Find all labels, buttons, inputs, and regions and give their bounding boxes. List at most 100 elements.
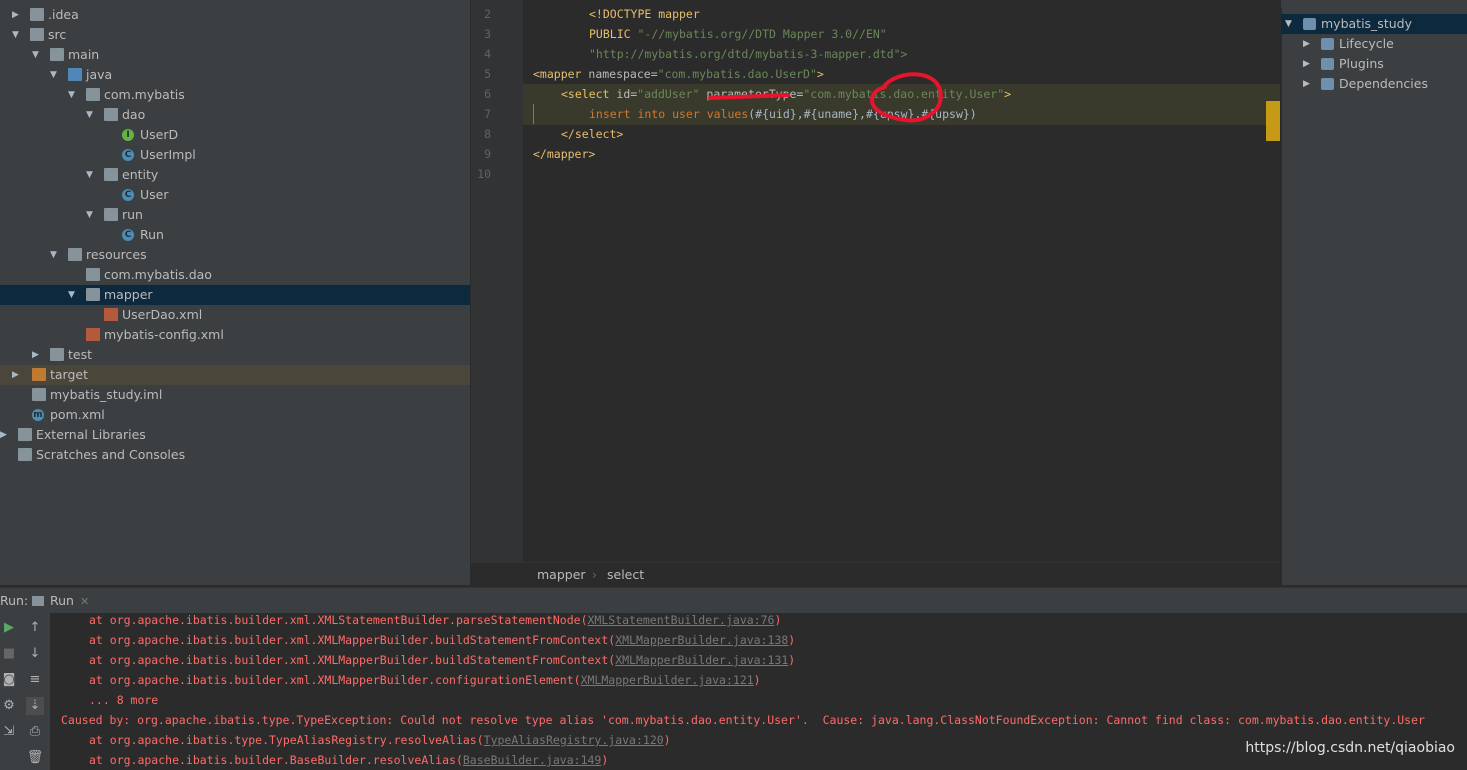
maven-item-label: Lifecycle bbox=[1339, 36, 1394, 51]
tree-item-label: mapper bbox=[104, 287, 153, 302]
editor-breadcrumb: mapper › select bbox=[471, 562, 1280, 587]
maven-file-icon: m bbox=[32, 409, 44, 421]
tree-item-label: resources bbox=[86, 247, 147, 262]
console-line: Caused by: org.apache.ibatis.type.TypeEx… bbox=[61, 713, 1425, 727]
tree-item[interactable]: ▶ test bbox=[0, 345, 470, 365]
tree-item[interactable]: ▼ mapper bbox=[0, 285, 470, 305]
arrow-down-icon[interactable]: ↓ bbox=[26, 645, 44, 663]
xml-file-icon bbox=[86, 328, 100, 341]
tree-item[interactable]: C Run bbox=[0, 225, 470, 245]
package-icon bbox=[104, 208, 118, 221]
folder-icon bbox=[30, 28, 44, 41]
stacktrace-link[interactable]: XMLMapperBuilder.java:138 bbox=[615, 633, 788, 647]
resources-folder-icon bbox=[68, 248, 82, 261]
breadcrumb-mapper[interactable]: mapper bbox=[537, 563, 586, 587]
collapse-arrow-icon[interactable]: ▶ bbox=[1303, 54, 1310, 74]
line-number: 4 bbox=[484, 47, 491, 61]
tree-item[interactable]: ▼ resources bbox=[0, 245, 470, 265]
collapse-arrow-icon[interactable]: ▶ bbox=[32, 345, 42, 365]
rerun-icon[interactable]: ▶ bbox=[0, 619, 18, 637]
libraries-icon bbox=[18, 428, 32, 441]
expand-arrow-icon[interactable]: ▼ bbox=[68, 285, 78, 305]
console-line: at org.apache.ibatis.type.TypeAliasRegis… bbox=[89, 733, 671, 747]
tree-item-label: test bbox=[68, 347, 93, 362]
tree-item[interactable]: I UserD bbox=[0, 125, 470, 145]
tree-item-label: dao bbox=[122, 107, 146, 122]
exit-icon[interactable]: ⇲ bbox=[0, 723, 18, 741]
stacktrace-link[interactable]: XMLStatementBuilder.java:76 bbox=[588, 613, 775, 627]
trash-icon[interactable]: 🗑 bbox=[26, 749, 44, 767]
expand-arrow-icon[interactable]: ▼ bbox=[50, 65, 60, 85]
breadcrumb-select[interactable]: select bbox=[607, 563, 644, 587]
tree-item[interactable]: mybatis-config.xml bbox=[0, 325, 470, 345]
tree-item[interactable]: com.mybatis.dao bbox=[0, 265, 470, 285]
red-annotation bbox=[708, 72, 943, 123]
expand-arrow-icon[interactable]: ▼ bbox=[50, 245, 60, 265]
code-line-3: PUBLIC "-//mybatis.org//DTD Mapper 3.0//… bbox=[589, 27, 887, 41]
expand-arrow-icon[interactable]: ▼ bbox=[86, 205, 96, 225]
collapse-arrow-icon[interactable]: ▶ bbox=[1303, 34, 1310, 54]
console-line: at org.apache.ibatis.builder.BaseBuilder… bbox=[89, 753, 609, 767]
stacktrace-link[interactable]: TypeAliasRegistry.java:120 bbox=[484, 733, 664, 747]
run-tab-label: Run bbox=[50, 593, 74, 608]
tree-item[interactable]: C UserImpl bbox=[0, 145, 470, 165]
tree-item[interactable]: ▼ java bbox=[0, 65, 470, 85]
tree-item[interactable]: ▼ entity bbox=[0, 165, 470, 185]
expand-arrow-icon[interactable]: ▼ bbox=[12, 25, 22, 45]
maven-item[interactable]: ▶ Plugins bbox=[1281, 54, 1467, 74]
arrow-up-icon[interactable]: ↑ bbox=[26, 619, 44, 637]
close-icon[interactable]: ✕ bbox=[80, 595, 89, 608]
print-icon[interactable]: ⎙ bbox=[26, 723, 44, 741]
stacktrace-link[interactable]: XMLMapperBuilder.java:131 bbox=[615, 653, 788, 667]
stacktrace-link[interactable]: BaseBuilder.java:149 bbox=[463, 753, 601, 767]
soft-wrap-icon[interactable]: ≡ bbox=[26, 671, 44, 689]
tree-item[interactable]: ▼ com.mybatis bbox=[0, 85, 470, 105]
stop-icon[interactable]: ■ bbox=[0, 645, 18, 663]
tree-item[interactable]: mybatis_study.iml bbox=[0, 385, 470, 405]
maven-item[interactable]: ▶ Dependencies bbox=[1281, 74, 1467, 94]
dependencies-icon bbox=[1321, 78, 1334, 90]
scroll-marker bbox=[1266, 101, 1280, 141]
tree-item-label: pom.xml bbox=[50, 407, 105, 422]
folder-icon bbox=[86, 268, 100, 281]
tree-item[interactable]: C User bbox=[0, 185, 470, 205]
tree-item[interactable]: ▼ dao bbox=[0, 105, 470, 125]
collapse-arrow-icon[interactable]: ▶ bbox=[1303, 74, 1310, 94]
plugins-icon bbox=[1321, 58, 1334, 70]
expand-arrow-icon[interactable]: ▼ bbox=[86, 105, 96, 125]
console-line: ... 8 more bbox=[89, 693, 159, 707]
scroll-to-end-icon[interactable]: ⇣ bbox=[26, 697, 44, 715]
line-number: 2 bbox=[484, 7, 491, 21]
collapse-arrow-icon[interactable]: ▶ bbox=[12, 365, 22, 385]
collapse-arrow-icon[interactable]: ▶ bbox=[12, 5, 22, 25]
scratches-icon bbox=[18, 448, 32, 461]
camera-icon[interactable]: ◙ bbox=[0, 671, 18, 689]
tree-item-label: User bbox=[140, 187, 169, 202]
stacktrace-link[interactable]: XMLMapperBuilder.java:121 bbox=[581, 673, 754, 687]
tree-item-label: UserDao.xml bbox=[122, 307, 203, 322]
tree-item[interactable]: ▼ main bbox=[0, 45, 470, 65]
maven-item[interactable]: ▶ Lifecycle bbox=[1281, 34, 1467, 54]
expand-arrow-icon[interactable]: ▼ bbox=[1285, 14, 1292, 34]
expand-arrow-icon[interactable]: ▼ bbox=[86, 165, 96, 185]
tree-item[interactable]: ▶ .idea bbox=[0, 5, 470, 25]
expand-arrow-icon[interactable]: ▼ bbox=[68, 85, 78, 105]
tree-item[interactable]: ▶ External Libraries bbox=[0, 425, 470, 445]
maven-item[interactable]: ▼ mybatis_study bbox=[1281, 14, 1467, 34]
tree-item[interactable]: UserDao.xml bbox=[0, 305, 470, 325]
console-icon bbox=[32, 596, 44, 606]
chevron-right-icon: › bbox=[592, 567, 597, 582]
tree-item[interactable]: ▼ run bbox=[0, 205, 470, 225]
tree-item[interactable]: ▼ src bbox=[0, 25, 470, 45]
collapse-arrow-icon[interactable]: ▶ bbox=[0, 425, 10, 445]
tree-item[interactable]: m pom.xml bbox=[0, 405, 470, 425]
tree-item-label: com.mybatis bbox=[104, 87, 185, 102]
tree-item[interactable]: ▶ target bbox=[0, 365, 470, 385]
tree-item[interactable]: Scratches and Consoles bbox=[0, 445, 470, 465]
run-side-toolbar: ▶ ■ ◙ ⚙ ⇲ ↑ ↓ ≡ ⇣ ⎙ 🗑 bbox=[0, 613, 50, 770]
tree-item-label: java bbox=[86, 67, 113, 82]
settings-icon[interactable]: ⚙ bbox=[0, 697, 18, 715]
run-tab[interactable]: Run ✕ bbox=[32, 588, 89, 615]
tree-item-label: mybatis_study.iml bbox=[50, 387, 163, 402]
expand-arrow-icon[interactable]: ▼ bbox=[32, 45, 42, 65]
